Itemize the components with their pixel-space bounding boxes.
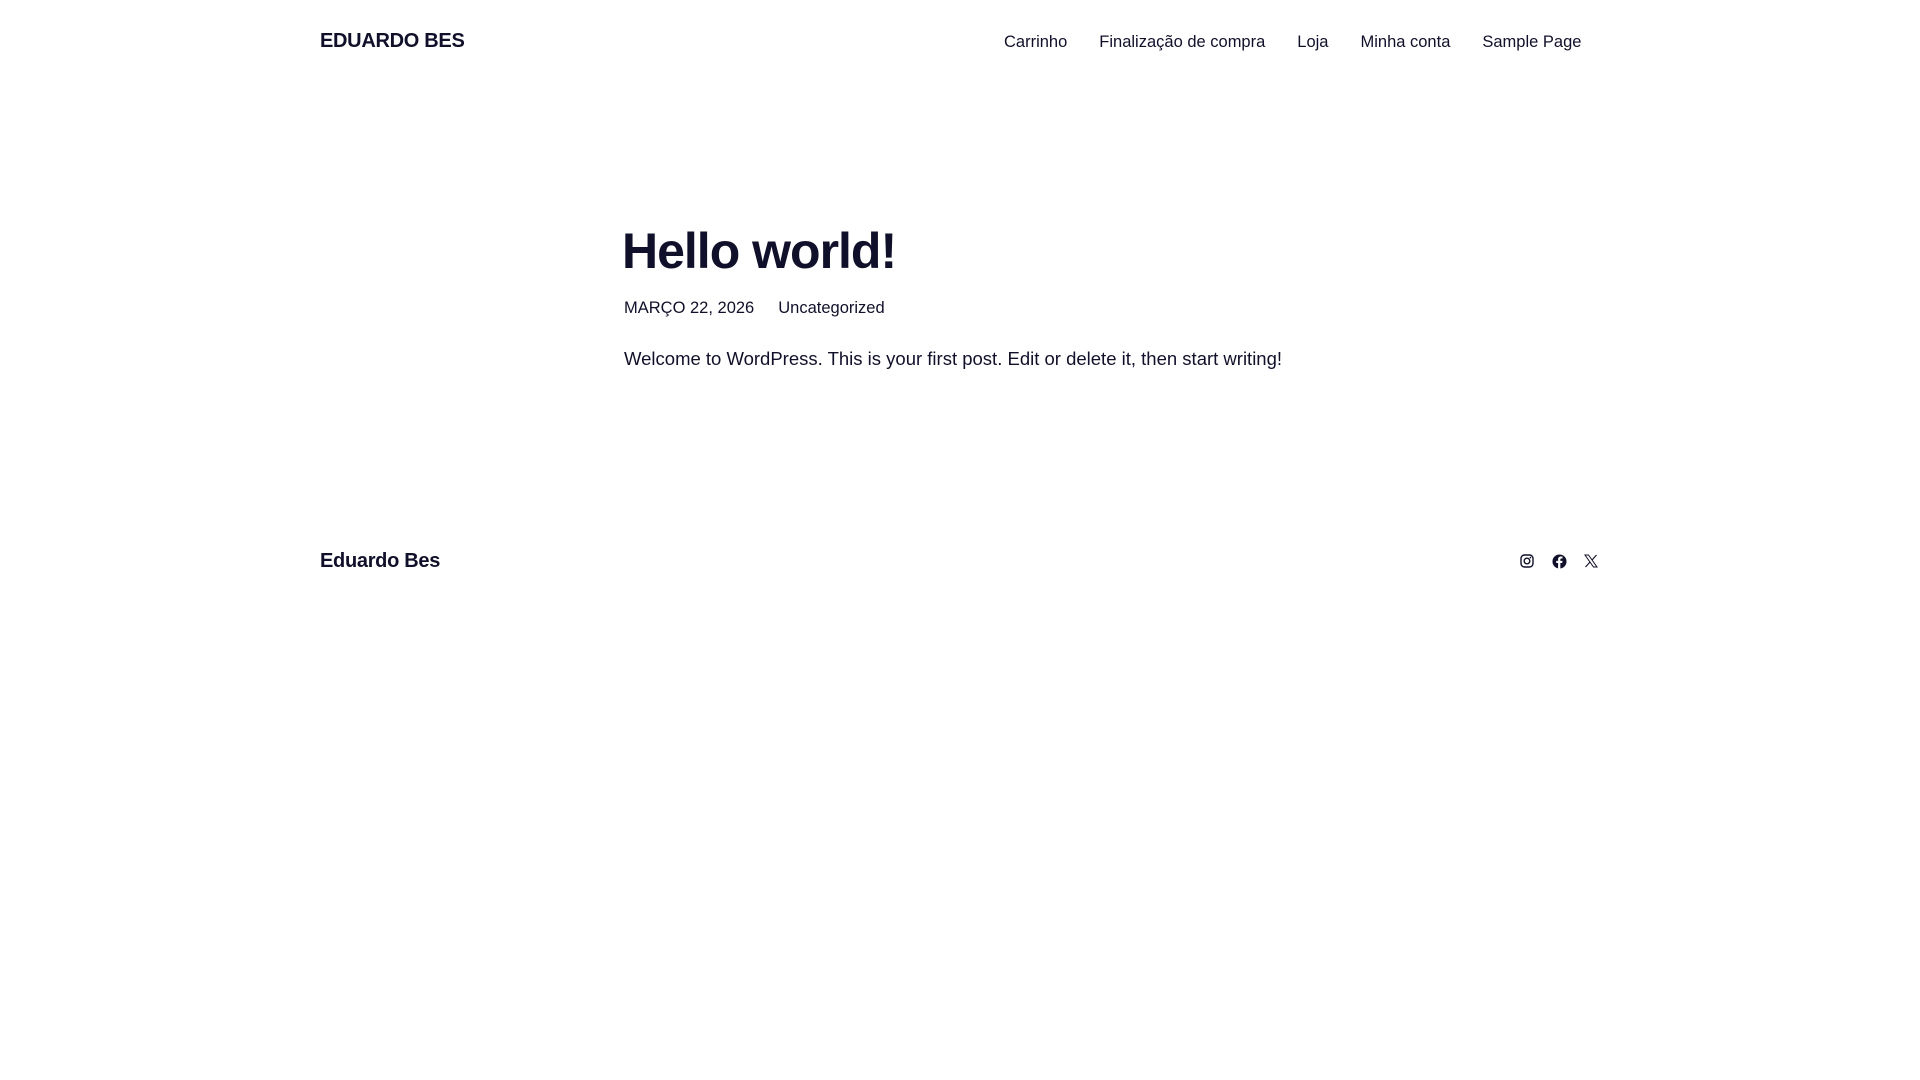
post-category-link[interactable]: Uncategorized bbox=[778, 299, 884, 318]
social-links bbox=[1518, 552, 1600, 570]
nav-item-carrinho[interactable]: Carrinho bbox=[1004, 33, 1067, 52]
nav-item-finalizacao[interactable]: Finalização de compra bbox=[1099, 33, 1265, 52]
nav-item-sample-page[interactable]: Sample Page bbox=[1482, 33, 1581, 52]
site-title-link[interactable]: EDUARDO BES bbox=[320, 30, 465, 53]
nav-item-loja[interactable]: Loja bbox=[1297, 33, 1328, 52]
post-content: Welcome to WordPress. This is your first… bbox=[624, 348, 1283, 369]
facebook-icon[interactable] bbox=[1550, 552, 1568, 570]
post-meta: MARÇO 22, 2026 Uncategorized bbox=[624, 299, 885, 318]
main-navigation: Carrinho Finalização de compra Loja Minh… bbox=[1004, 33, 1581, 52]
post-title: Hello world! bbox=[622, 223, 897, 279]
x-icon[interactable] bbox=[1582, 552, 1600, 570]
post-date: MARÇO 22, 2026 bbox=[624, 299, 755, 317]
instagram-icon[interactable] bbox=[1518, 552, 1536, 570]
footer-site-title[interactable]: Eduardo Bes bbox=[320, 550, 440, 573]
nav-item-minha-conta[interactable]: Minha conta bbox=[1360, 33, 1450, 52]
